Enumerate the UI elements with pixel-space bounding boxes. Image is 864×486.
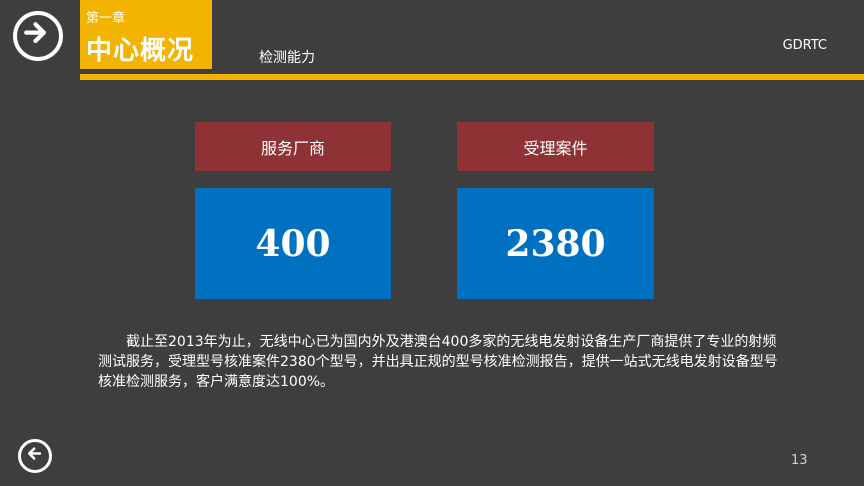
card-value-cases: 2380 <box>457 188 654 299</box>
chapter-number: 第一章 <box>86 11 126 26</box>
section-title: 检测能力 <box>259 50 315 66</box>
card-label-cases: 受理案件 <box>457 122 654 171</box>
arrow-left-circle-icon[interactable] <box>18 439 52 473</box>
card-value-vendors: 400 <box>195 188 391 299</box>
chapter-title: 中心概况 <box>86 36 195 66</box>
chapter-badge: 第一章 中心概况 <box>80 0 212 69</box>
page-number: 13 <box>791 453 808 468</box>
card-label-vendors: 服务厂商 <box>195 122 391 171</box>
org-label: GDRTC <box>782 38 827 53</box>
body-paragraph: 截止至2013年为止，无线中心已为国内外及港澳台400多家的无线电发射设备生产厂… <box>98 334 778 390</box>
header-divider <box>80 74 864 80</box>
arrow-right-circle-icon[interactable] <box>13 11 63 61</box>
